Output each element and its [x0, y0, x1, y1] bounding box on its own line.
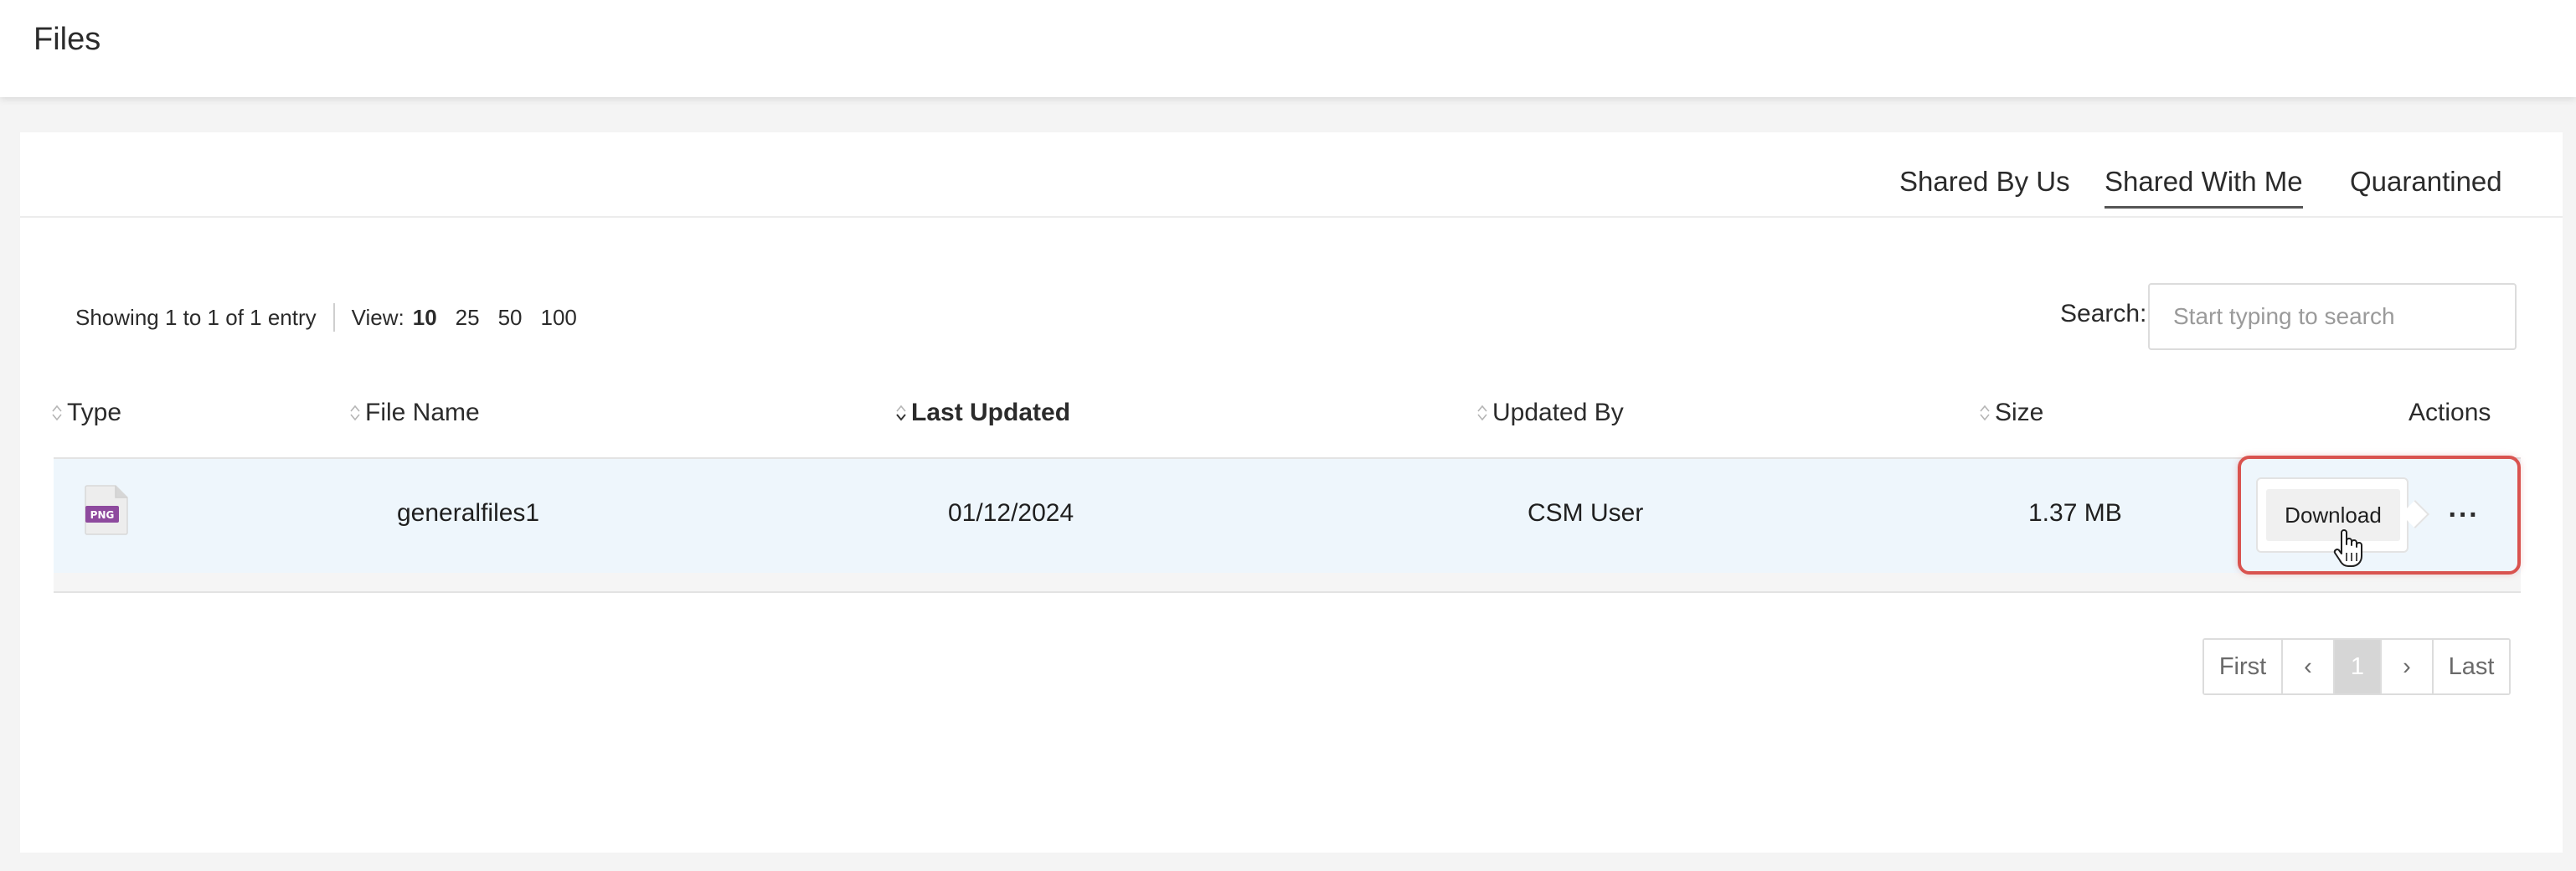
- column-header-actions: Actions: [2409, 399, 2491, 427]
- sort-updown-icon: [52, 405, 62, 421]
- sort-updown-icon: [1477, 405, 1487, 421]
- chevron-right-icon[interactable]: ›: [2382, 640, 2434, 693]
- column-header-last-updated[interactable]: Last Updated: [896, 399, 1070, 427]
- tab-shared-with-me[interactable]: Shared With Me: [2105, 166, 2303, 209]
- search-input[interactable]: [2148, 283, 2517, 350]
- sort-updown-icon: [1980, 405, 1990, 421]
- ellipsis-icon[interactable]: ···: [2439, 494, 2489, 536]
- page-title: Files: [33, 22, 101, 57]
- column-header-type[interactable]: Type: [52, 399, 121, 427]
- column-header-updated-by[interactable]: Updated By: [1477, 399, 1624, 427]
- column-header-label: Actions: [2409, 399, 2491, 426]
- column-header-label: Updated By: [1492, 399, 1624, 426]
- entries-divider: [332, 303, 335, 332]
- cell-size: 1.37 MB: [2028, 499, 2122, 527]
- sort-desc-icon: [896, 405, 906, 421]
- sort-updown-icon: [350, 405, 360, 421]
- table-bottom-divider: [54, 573, 2521, 593]
- hand-pointer-icon: [2333, 529, 2362, 567]
- files-card: Shared By Us Shared With Me Quarantined …: [20, 132, 2563, 853]
- file-type-label: PNG: [90, 509, 115, 521]
- search-label: Search:: [2060, 300, 2147, 327]
- column-header-file-name[interactable]: File Name: [350, 399, 480, 427]
- png-file-icon: PNG: [85, 485, 128, 535]
- column-header-label: Last Updated: [911, 399, 1071, 426]
- tab-quarantined[interactable]: Quarantined: [2350, 166, 2502, 206]
- cell-updated-by: CSM User: [1528, 499, 1644, 527]
- download-popover: Download: [2256, 477, 2409, 567]
- column-header-label: Type: [67, 399, 122, 426]
- pagination: First ‹ 1 › Last: [2202, 638, 2511, 695]
- page-header: Files: [0, 0, 2576, 97]
- pagination-page-1[interactable]: 1: [2335, 640, 2382, 693]
- cell-last-updated: 01/12/2024: [948, 499, 1074, 527]
- column-header-label: Size: [1995, 399, 2044, 426]
- tab-shared-by-us[interactable]: Shared By Us: [1899, 166, 2070, 206]
- tabs-bar: Shared By Us Shared With Me Quarantined: [20, 132, 2563, 218]
- row-actions-highlight: Download ···: [2238, 456, 2521, 575]
- column-header-size[interactable]: Size: [1980, 399, 2043, 427]
- cell-file-name[interactable]: generalfiles1: [397, 499, 539, 528]
- view-option-100[interactable]: 100: [541, 305, 577, 331]
- column-header-label: File Name: [365, 399, 480, 426]
- view-option-25[interactable]: 25: [456, 305, 480, 331]
- pagination-last[interactable]: Last: [2434, 640, 2509, 693]
- view-option-50[interactable]: 50: [498, 305, 523, 331]
- view-option-10[interactable]: 10: [413, 305, 437, 331]
- view-label: View:: [351, 304, 404, 330]
- table-row[interactable]: PNG generalfiles1 01/12/2024 CSM User 1.…: [54, 459, 2521, 573]
- entries-summary: Showing 1 to 1 of 1 entry: [75, 304, 317, 330]
- chevron-left-icon[interactable]: ‹: [2283, 640, 2335, 693]
- entries-bar: Showing 1 to 1 of 1 entry View: 10 25 50…: [75, 303, 577, 332]
- pagination-first[interactable]: First: [2204, 640, 2283, 693]
